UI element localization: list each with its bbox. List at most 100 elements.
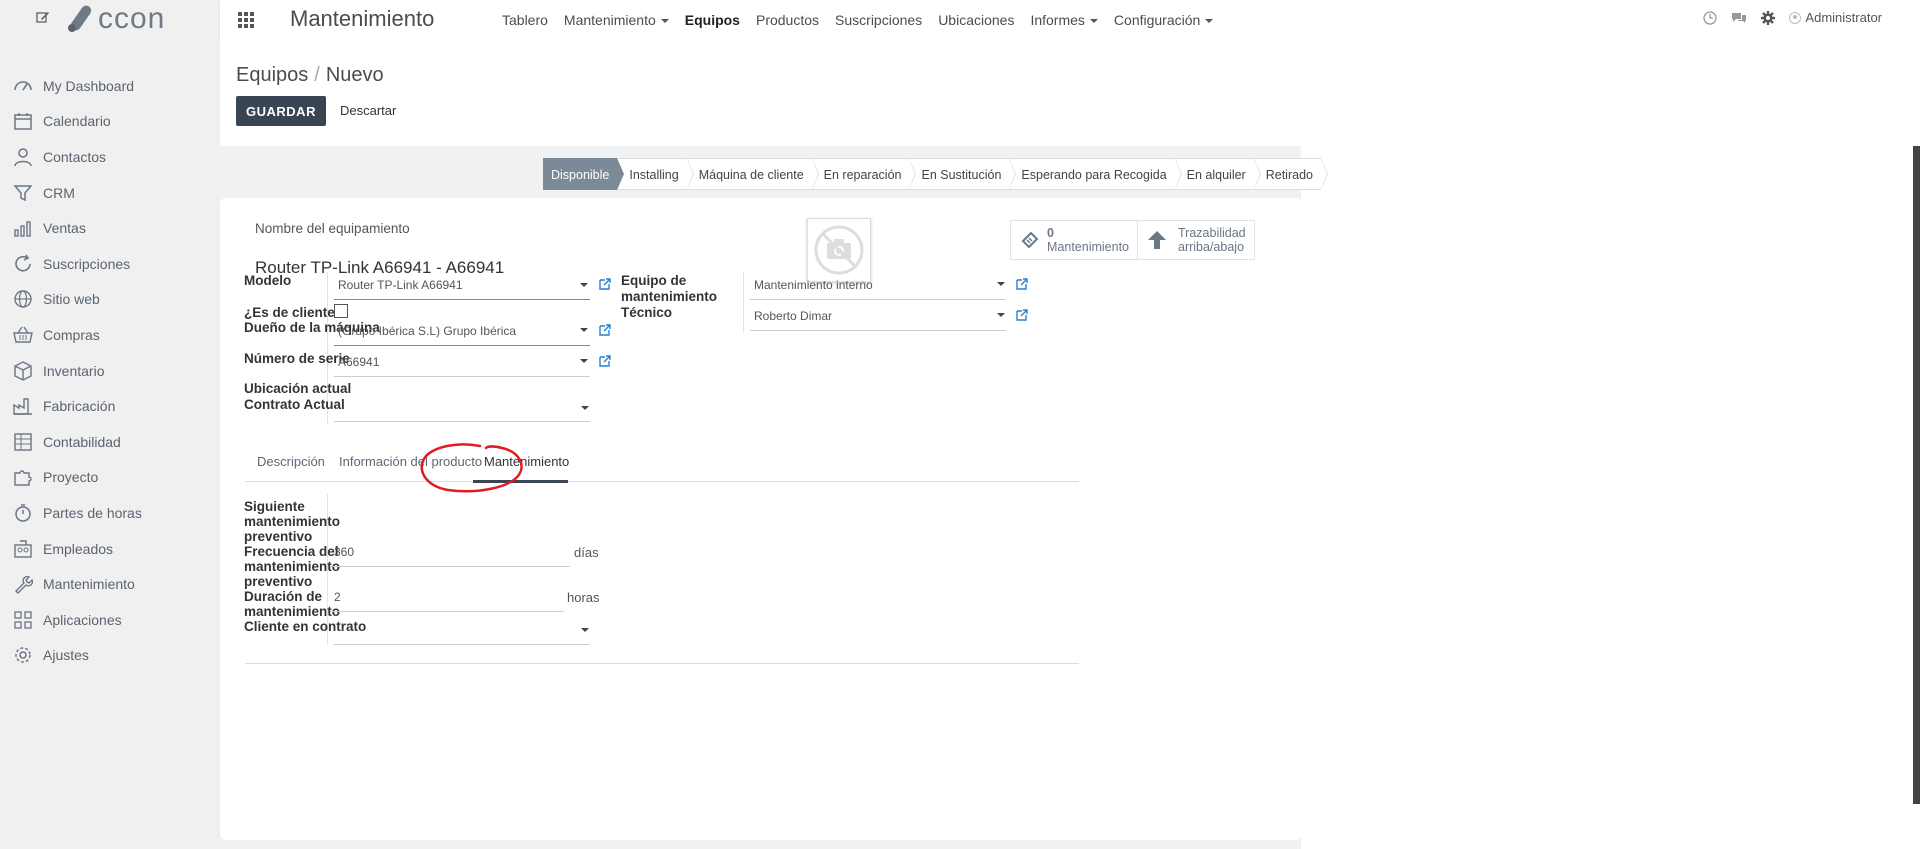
tecnico-external-link-icon[interactable] (1015, 308, 1029, 322)
edit-icon[interactable] (36, 10, 50, 24)
maintenance-button-label: Mantenimiento (1047, 240, 1129, 254)
tecnico-label: Técnico (621, 305, 673, 320)
gear-icon (15, 647, 31, 664)
calendar-icon (14, 113, 32, 131)
equipo-external-link-icon[interactable] (1015, 277, 1029, 291)
sidebar-item-compras[interactable]: Compras (0, 317, 220, 353)
save-button[interactable]: GUARDAR (236, 96, 326, 126)
arrow-up-icon (1148, 231, 1166, 249)
logo-mark-icon (68, 5, 92, 32)
stage-en-reparacion[interactable]: En reparación (811, 158, 917, 190)
chat-icon[interactable] (1731, 11, 1747, 25)
nav-tablero[interactable]: Tablero (502, 12, 548, 28)
equipo-dropdown-caret[interactable] (997, 282, 1005, 286)
stage-maquina-de-cliente[interactable]: Máquina de cliente (686, 158, 819, 190)
tab-informacion-producto[interactable]: Información del producto (339, 454, 482, 469)
avatar-icon (1789, 11, 1802, 24)
nav-label: Suscripciones (835, 12, 923, 28)
stage-en-alquiler[interactable]: En alquiler (1174, 158, 1261, 190)
tab-descripcion[interactable]: Descripción (257, 454, 325, 469)
sidebar-item-contactos[interactable]: Contactos (0, 139, 220, 175)
tecnico-dropdown-caret[interactable] (997, 313, 1005, 317)
serie-external-link-icon[interactable] (598, 354, 612, 368)
sidebar-item-aplicaciones[interactable]: Aplicaciones (0, 602, 220, 638)
tecnico-field[interactable]: Roberto Dimar (750, 301, 1006, 331)
sidebar-item-label: Contabilidad (43, 433, 121, 450)
form-sheet: Nombre del equipamiento Router TP-Link A… (220, 198, 1301, 840)
sidebar-item-proyecto[interactable]: Proyecto (0, 460, 220, 496)
discard-button[interactable]: Descartar (336, 96, 400, 126)
sidebar-item-fabricacion[interactable]: Fabricación (0, 388, 220, 424)
modelo-external-link-icon[interactable] (598, 277, 612, 291)
nav-label: Mantenimiento (563, 12, 656, 28)
stage-retirado[interactable]: Retirado (1253, 158, 1329, 190)
sidebar-item-contabilidad[interactable]: Contabilidad (0, 424, 220, 460)
tab-mantenimiento[interactable]: Mantenimiento (484, 454, 569, 469)
right-group-divider (743, 272, 744, 332)
sidebar-item-ajustes[interactable]: Ajustes (0, 638, 220, 674)
sidebar-item-label: Fabricación (43, 398, 116, 415)
puzzle-icon (14, 470, 32, 487)
frecuencia-unit: días (574, 545, 599, 560)
modelo-dropdown-caret[interactable] (580, 283, 588, 287)
notebook-tabs: Descripción Información del producto Man… (245, 448, 1079, 483)
contrato-field[interactable] (334, 392, 590, 422)
cliente-contrato-field[interactable] (334, 615, 590, 645)
sidebar-item-label: Ajustes (43, 647, 89, 664)
stage-installing[interactable]: Installing (617, 158, 695, 190)
sidebar-item-sitio-web[interactable]: Sitio web (0, 282, 220, 318)
breadcrumb: Equipos / Nuevo (236, 64, 384, 87)
dueno-field[interactable]: (Grupo Ibérica S.L) Grupo Ibérica (334, 316, 590, 346)
sidebar-item-inventario[interactable]: Inventario (0, 353, 220, 389)
sidebar-item-label: Compras (43, 326, 100, 343)
duracion-field[interactable]: 2 (330, 582, 564, 612)
sidebar-item-label: Sitio web (43, 291, 100, 308)
clock-icon[interactable] (1703, 10, 1718, 25)
sidebar-item-partes-de-horas[interactable]: Partes de horas (0, 495, 220, 531)
sidebar-item-calendario[interactable]: Calendario (0, 104, 220, 140)
dueno-dropdown-caret[interactable] (580, 328, 588, 332)
sidebar-item-my-dashboard[interactable]: My Dashboard (0, 68, 220, 104)
bottom-separator (245, 663, 1079, 664)
cliente-contrato-dropdown-caret[interactable] (581, 628, 589, 632)
nav-suscripciones[interactable]: Suscripciones (835, 12, 922, 28)
nav-mantenimiento[interactable]: Mantenimiento (564, 12, 669, 28)
gear-icon[interactable] (1761, 10, 1776, 25)
equipo-mantenimiento-field[interactable]: Mantenimiento interno (750, 270, 1006, 300)
nav-label: Productos (755, 12, 820, 28)
nav-equipos[interactable]: Equipos (685, 12, 740, 28)
sidebar-item-label: CRM (43, 184, 75, 201)
maintenance-smart-button[interactable]: 0 Mantenimiento (1011, 221, 1137, 259)
apps-grid-icon (14, 611, 32, 629)
scrollbar[interactable] (1913, 146, 1920, 804)
nav-productos[interactable]: Productos (756, 12, 819, 28)
ticket-icon (1021, 231, 1039, 249)
app-title: Mantenimiento (290, 6, 435, 31)
sidebar-item-mantenimiento[interactable]: Mantenimiento (0, 566, 220, 602)
modelo-field[interactable]: Router TP-Link A66941 (334, 270, 590, 300)
box-icon (14, 360, 32, 381)
user-menu[interactable]: Administrator (1789, 10, 1882, 25)
stage-esperando-para-recogida[interactable]: Esperando para Recogida (1009, 158, 1182, 190)
nav-configuracion[interactable]: Configuración (1114, 12, 1214, 28)
sidebar-item-suscripciones[interactable]: Suscripciones (0, 246, 220, 282)
dueno-external-link-icon[interactable] (598, 323, 612, 337)
contrato-dropdown-caret[interactable] (581, 406, 589, 410)
sidebar-item-empleados[interactable]: Empleados (0, 531, 220, 567)
serie-dropdown-caret[interactable] (580, 359, 588, 363)
stage-en-sustitucion[interactable]: En Sustitución (909, 158, 1017, 190)
nav-ubicaciones[interactable]: Ubicaciones (938, 12, 1014, 28)
apps-grid-icon[interactable] (238, 12, 254, 28)
numero-serie-field[interactable]: A66941 (334, 347, 590, 377)
breadcrumb-parent[interactable]: Equipos (236, 64, 308, 86)
breadcrumb-separator: / (314, 64, 320, 86)
active-tab-indicator (473, 480, 568, 483)
nav-informes[interactable]: Informes (1030, 12, 1098, 28)
stopwatch-icon (15, 504, 31, 522)
stage-disponible[interactable]: Disponible (543, 158, 625, 190)
frecuencia-field[interactable]: 360 (330, 537, 570, 567)
sidebar-item-crm[interactable]: CRM (0, 175, 220, 211)
sidebar-item-ventas[interactable]: Ventas (0, 210, 220, 246)
traceability-smart-button[interactable]: Trazabilidad arriba/abajo (1137, 221, 1254, 259)
equipment-name-label: Nombre del equipamiento (255, 221, 410, 236)
